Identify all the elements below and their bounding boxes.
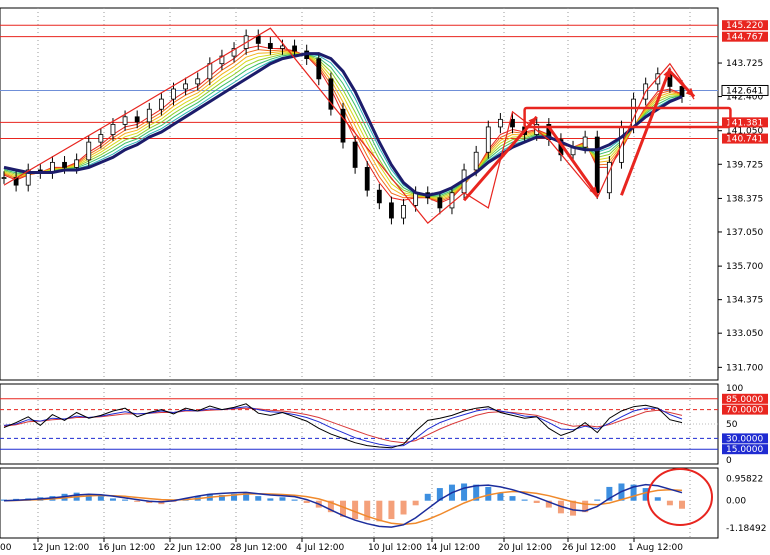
macd-bar-42 (509, 496, 516, 501)
candle-body-12 (146, 108, 152, 123)
macd-ytick-0: 0.95822 (726, 475, 763, 485)
candle-body-9 (110, 124, 116, 135)
candle-body-7 (86, 141, 92, 161)
main-ytick-9: 131.700 (726, 363, 763, 373)
main-ytick-6: 135.700 (726, 262, 763, 272)
macd-bar-21 (255, 496, 262, 501)
candle-body-37 (449, 192, 455, 209)
time-label-edge: 00 (0, 543, 12, 553)
candle-body-15 (183, 83, 189, 90)
time-label-4: 4 Jul 12:00 (296, 543, 345, 553)
candle-body-40 (485, 126, 491, 153)
candle-body-8 (98, 134, 104, 143)
main-ytick-8: 133.050 (726, 329, 763, 339)
candle-body-23 (280, 45, 285, 49)
candle-body-14 (171, 88, 176, 100)
candle-body-5 (62, 161, 67, 168)
macd-bar-10 (122, 499, 129, 501)
macd-bar-9 (109, 498, 116, 501)
macd-bar-38 (461, 483, 468, 501)
main-ytick-4: 138.375 (726, 194, 763, 204)
candle-body-31 (376, 189, 382, 204)
candle-body-28 (340, 108, 346, 143)
macd-bar-8 (97, 496, 104, 501)
candle-body-32 (389, 202, 394, 219)
candle-body-30 (364, 167, 370, 191)
main-ytick-0: 143.725 (726, 59, 763, 69)
macd-bar-32 (388, 500, 395, 520)
candle-body-13 (158, 98, 164, 110)
time-label-0: 12 Jun 12:00 (32, 543, 89, 553)
candle-body-33 (401, 204, 406, 219)
candle-body-49 (594, 136, 600, 194)
main-ytick-5: 137.050 (726, 228, 763, 238)
macd-bar-22 (267, 498, 274, 501)
rsi-ytick-1: 85.0000 (726, 395, 763, 405)
rsi-ytick-3: 50 (726, 420, 738, 430)
time-label-2: 22 Jun 12:00 (164, 543, 221, 553)
time-label-9: 1 Aug 12:00 (628, 543, 683, 553)
time-label-8: 26 Jul 12:00 (562, 543, 616, 553)
candle-body-36 (437, 197, 443, 209)
candle-body-11 (134, 116, 140, 123)
macd-bar-11 (134, 500, 141, 502)
macd-bar-40 (485, 486, 492, 501)
candle-body-34 (413, 192, 419, 206)
time-label-7: 20 Jul 12:00 (498, 543, 552, 553)
forex-chart: 143.725142.400141.050139.725138.375137.0… (0, 0, 770, 555)
candle-body-6 (74, 159, 80, 168)
candle-body-10 (122, 116, 128, 125)
time-label-6: 14 Jul 12:00 (426, 543, 480, 553)
macd-bar-35 (424, 493, 431, 501)
candle-body-26 (316, 58, 322, 80)
time-label-1: 16 Jun 12:00 (98, 543, 155, 553)
candle-body-17 (207, 63, 213, 80)
candle-body-42 (510, 118, 515, 128)
macd-ytick-1: 0.00 (726, 497, 746, 507)
macd-bar-24 (291, 499, 298, 501)
candle-body-22 (267, 43, 273, 49)
main-ytick-7: 134.375 (726, 296, 763, 306)
macd-bar-23 (279, 497, 286, 501)
candle-body-48 (582, 136, 588, 148)
macd-bar-55 (666, 500, 673, 506)
candle-body-16 (195, 78, 201, 85)
chart-background (0, 0, 770, 555)
rsi-ytick-2: 70.0000 (726, 406, 763, 416)
time-label-3: 28 Jun 12:00 (230, 543, 287, 553)
hline-label-0: 145.220 (726, 21, 763, 31)
rsi-ytick-0: 100 (726, 384, 743, 394)
macd-bar-29 (352, 500, 359, 520)
macd-bar-43 (521, 499, 528, 501)
macd-bar-31 (376, 500, 383, 522)
candle-body-41 (497, 118, 503, 128)
candle-body-56 (679, 86, 685, 97)
macd-bar-44 (533, 500, 540, 503)
candle-body-52 (631, 98, 636, 128)
hline-label-1: 144.767 (726, 33, 763, 43)
macd-bar-33 (400, 500, 407, 515)
macd-bar-56 (679, 500, 685, 509)
macd-bar-49 (594, 499, 601, 501)
macd-bar-41 (497, 492, 504, 501)
candle-body-29 (352, 141, 358, 168)
rsi-ytick-5: 15.0000 (726, 445, 763, 455)
candle-body-24 (292, 45, 297, 52)
rsi-ytick-6: 0 (726, 456, 732, 466)
candle-body-0 (1, 177, 7, 179)
hline-label-4: 142.641 (726, 86, 763, 96)
rsi-ytick-4: 30.0000 (726, 434, 763, 444)
candle-body-21 (255, 35, 261, 44)
macd-bar-54 (654, 497, 661, 501)
macd-bar-34 (412, 500, 419, 506)
time-label-5: 10 Jul 12:00 (368, 543, 422, 553)
main-ytick-3: 139.725 (726, 160, 763, 170)
hline-label-3: 140.741 (726, 135, 763, 145)
candle-body-39 (473, 151, 479, 171)
macd-ytick-2: -1.18492 (726, 524, 766, 534)
